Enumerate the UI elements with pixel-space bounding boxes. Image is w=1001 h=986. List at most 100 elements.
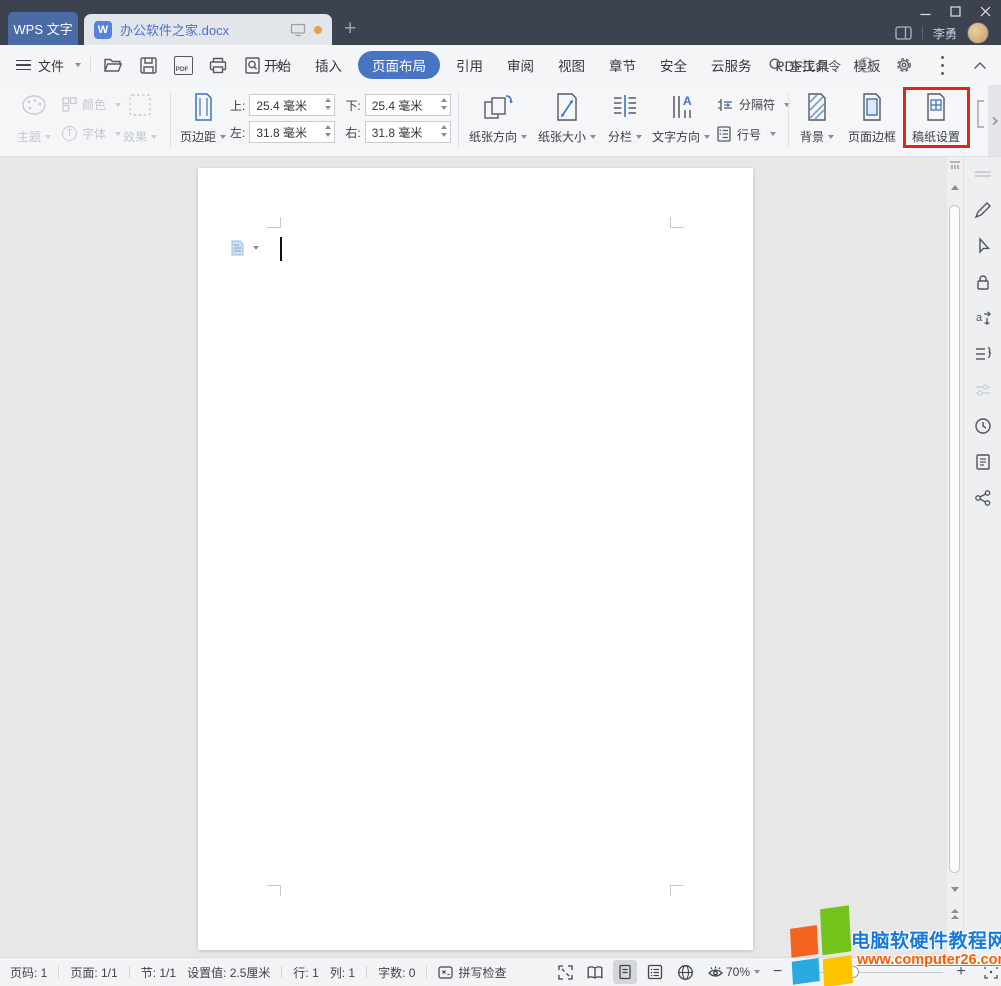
outline-view-button[interactable] xyxy=(643,960,667,984)
theme-effects-button: 效果 xyxy=(116,88,164,152)
feedback-button[interactable] xyxy=(853,52,879,78)
margin-right-input[interactable] xyxy=(365,121,451,143)
collapse-ribbon-button[interactable] xyxy=(967,52,993,78)
status-section[interactable]: 节: 1/1 xyxy=(141,964,176,981)
paper-size-icon xyxy=(553,92,581,122)
page-margins-button[interactable]: 页边距 xyxy=(178,88,228,152)
tab-review[interactable]: 审阅 xyxy=(495,55,546,75)
zoom-slider-thumb[interactable] xyxy=(847,966,859,978)
breaks-button[interactable]: 分隔符 xyxy=(716,96,790,113)
document-area[interactable] xyxy=(0,157,948,957)
previous-page-button[interactable] xyxy=(947,909,963,919)
text-direction-button[interactable]: A 文字方向 xyxy=(649,88,713,152)
scroll-up-button[interactable] xyxy=(947,185,963,190)
ruler-toggle-button[interactable] xyxy=(947,160,963,171)
minimize-icon xyxy=(920,6,931,17)
tab-section[interactable]: 章节 xyxy=(597,55,648,75)
spellcheck-button[interactable]: 拼写检查 xyxy=(438,964,506,981)
tab-cloud[interactable]: 云服务 xyxy=(699,55,764,75)
theme-fonts-button: T 字体 xyxy=(62,125,121,142)
history-button[interactable] xyxy=(970,413,996,439)
select-tool-button[interactable] xyxy=(970,233,996,259)
status-page-number[interactable]: 页码: 1 xyxy=(10,964,47,981)
protect-document-button[interactable] xyxy=(970,269,996,295)
zoom-level-button[interactable]: 70% xyxy=(726,965,760,979)
fullscreen-view-button[interactable] xyxy=(553,960,577,984)
margin-bottom-input[interactable] xyxy=(365,94,451,116)
vertical-scrollbar[interactable] xyxy=(947,157,963,957)
zoom-out-button[interactable]: − xyxy=(773,964,782,980)
zoom-in-button[interactable]: + xyxy=(956,964,965,980)
minimize-button[interactable] xyxy=(911,2,939,20)
read-mode-button[interactable] xyxy=(583,960,607,984)
notes-button[interactable] xyxy=(970,449,996,475)
close-button[interactable] xyxy=(971,2,999,20)
wps-app-menu-button[interactable]: WPS 文字 xyxy=(8,12,78,45)
margin-bottom-spinner[interactable] xyxy=(441,98,447,110)
line-numbers-button[interactable]: 行号 xyxy=(716,125,776,143)
tab-references[interactable]: 引用 xyxy=(444,55,495,75)
tab-home[interactable]: 开始 xyxy=(252,55,303,75)
paper-size-button[interactable]: 分栏纸张大小 xyxy=(535,88,599,152)
panel-expand-strip[interactable] xyxy=(988,85,1001,156)
margin-mark-bottom-right xyxy=(670,885,684,896)
zoom-slider-track[interactable] xyxy=(795,972,943,973)
new-tab-button[interactable]: + xyxy=(344,18,356,39)
document-structure-button[interactable] xyxy=(970,341,996,367)
statusbar: 页码: 1 页面: 1/1 节: 1/1 设置值: 2.5厘米 行: 1 列: … xyxy=(0,957,1001,986)
paragraph-assistant-button[interactable] xyxy=(230,240,259,256)
maximize-button[interactable] xyxy=(941,2,969,20)
sidebar-drag-handle[interactable] xyxy=(970,161,996,187)
file-menu-button[interactable]: 文件 xyxy=(16,45,81,85)
annotate-pen-button[interactable] xyxy=(970,197,996,223)
titlebar-user-area: 李勇 xyxy=(895,22,989,44)
export-pdf-button[interactable]: PDF xyxy=(170,52,196,78)
margin-right-spinner[interactable] xyxy=(441,125,447,137)
menubar-separator xyxy=(90,57,91,73)
page-border-button[interactable]: 页面边框 xyxy=(843,88,901,152)
margin-left-label: 左: xyxy=(230,124,245,141)
scrollbar-thumb[interactable] xyxy=(949,205,960,873)
paper-orientation-icon xyxy=(481,92,515,122)
document-tab[interactable]: W 办公软件之家.docx xyxy=(84,14,332,45)
eye-protection-button[interactable] xyxy=(703,960,727,984)
user-name[interactable]: 李勇 xyxy=(933,25,957,42)
adjust-settings-button xyxy=(970,377,996,403)
status-pages[interactable]: 页面: 1/1 xyxy=(70,964,117,981)
find-command-button[interactable]: 查找命令 xyxy=(768,56,841,75)
tab-view[interactable]: 视图 xyxy=(546,55,597,75)
side-panel-toggle-icon[interactable] xyxy=(895,26,912,40)
margin-left-input[interactable] xyxy=(249,121,335,143)
share-button[interactable] xyxy=(970,485,996,511)
save-button[interactable] xyxy=(135,52,161,78)
status-word-count[interactable]: 字数: 0 xyxy=(378,964,415,981)
tab-page-layout[interactable]: 页面布局 xyxy=(358,51,440,79)
fit-page-button[interactable] xyxy=(979,960,1001,984)
web-view-button[interactable] xyxy=(673,960,697,984)
scroll-down-button[interactable] xyxy=(947,887,963,892)
margin-left-spinner[interactable] xyxy=(325,125,331,137)
open-file-button[interactable] xyxy=(100,52,126,78)
more-options-button[interactable] xyxy=(929,52,955,78)
status-line[interactable]: 行: 1 xyxy=(293,964,318,981)
translate-button[interactable]: a xyxy=(970,305,996,331)
tab-insert[interactable]: 插入 xyxy=(303,55,354,75)
paper-orientation-button[interactable]: 纸张方向 xyxy=(463,88,533,152)
page-view-button[interactable] xyxy=(613,960,637,984)
page-background-button[interactable]: 背景 xyxy=(794,88,840,152)
status-setting-value[interactable]: 设置值: 2.5厘米 xyxy=(187,964,270,981)
tab-security[interactable]: 安全 xyxy=(648,55,699,75)
margin-top-input[interactable] xyxy=(249,94,335,116)
settings-button[interactable] xyxy=(891,52,917,78)
select-browse-object-button[interactable] xyxy=(947,931,963,938)
document-page[interactable] xyxy=(198,168,753,950)
outline-bracket-icon xyxy=(973,344,993,364)
chevron-down-icon xyxy=(253,246,259,250)
margin-top-spinner[interactable] xyxy=(325,98,331,110)
user-avatar[interactable] xyxy=(967,22,989,44)
columns-button[interactable]: 分栏 xyxy=(601,88,649,152)
status-column[interactable]: 列: 1 xyxy=(330,964,355,981)
monitor-icon xyxy=(290,23,306,37)
print-button[interactable] xyxy=(205,52,231,78)
unsaved-indicator-dot xyxy=(314,26,322,34)
